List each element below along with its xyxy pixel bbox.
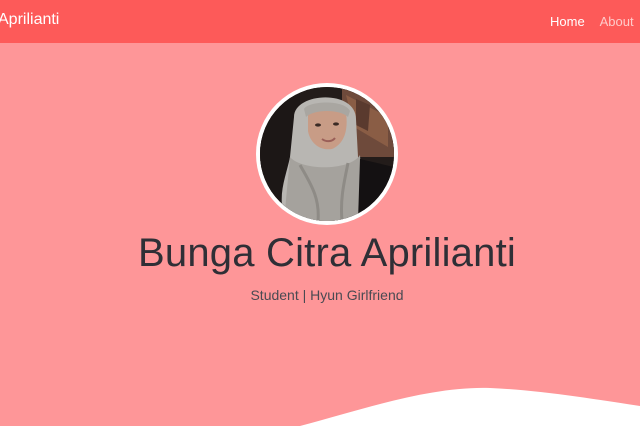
profile-tagline: Student | Hyun Girlfriend (250, 287, 404, 303)
wave-divider (300, 387, 640, 426)
nav-link-about[interactable]: About (600, 14, 634, 29)
profile-photo-icon (260, 87, 394, 221)
avatar (260, 87, 394, 221)
avatar-frame (256, 83, 398, 225)
page: Aprilianti Home About P (0, 0, 640, 426)
navbar: Aprilianti Home About P (0, 0, 640, 43)
profile-name: Bunga Citra Aprilianti (138, 231, 516, 275)
nav-link-home[interactable]: Home (550, 14, 585, 29)
nav-links: Home About P (550, 14, 640, 29)
brand-link[interactable]: Aprilianti (0, 11, 59, 29)
